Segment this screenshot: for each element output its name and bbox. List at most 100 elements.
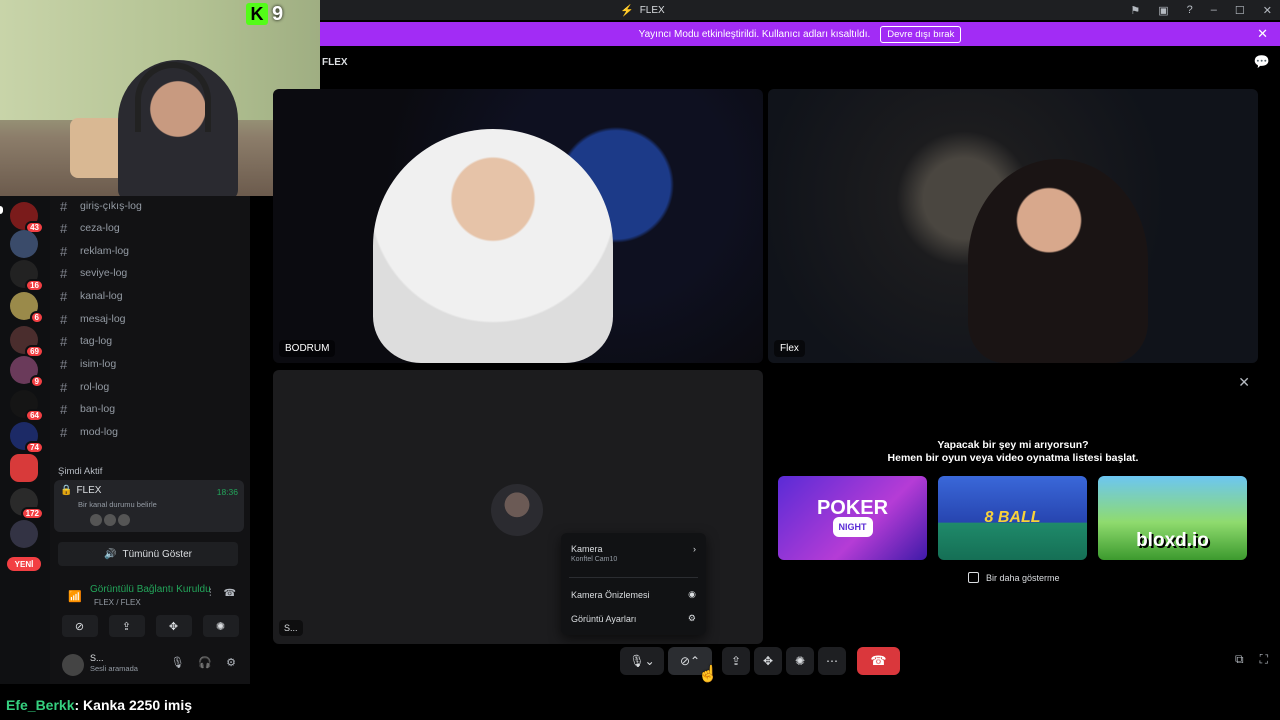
user-status: Sesli aramada <box>90 664 138 673</box>
screen-share-button[interactable]: ⇪ <box>108 615 145 637</box>
channel-name: mod-log <box>80 426 118 438</box>
channel-item[interactable]: # mesaj-log <box>58 309 242 329</box>
channel-item[interactable]: # seviye-log <box>58 263 242 283</box>
show-all-button[interactable]: 🔊 Tümünü Göster <box>58 542 238 566</box>
camera-off-button[interactable]: ⊘ <box>61 615 98 637</box>
flag-icon[interactable]: ⚑ <box>1130 4 1140 17</box>
titlebar-controls: ⚑ ▣ ? – ☐ ✕ <box>1130 0 1272 20</box>
lock-icon: 🔒 <box>60 485 73 496</box>
maximize-button[interactable]: ☐ <box>1235 4 1245 17</box>
server-icon-underworld[interactable]: 43 <box>10 202 44 234</box>
channel-item[interactable]: # mod-log <box>58 422 242 442</box>
server-icon-4[interactable]: 6 <box>10 292 44 324</box>
channel-item[interactable]: # reklam-log <box>58 241 242 261</box>
channel-item[interactable]: # rol-log <box>58 377 242 397</box>
settings-gear-icon[interactable]: ⚙ <box>226 656 236 669</box>
chevron-down-icon[interactable]: ⌄ <box>645 654 655 668</box>
channel-item[interactable]: # isim-log <box>58 354 242 374</box>
server-icon-9[interactable] <box>10 454 38 482</box>
server-badge: 172 <box>20 507 44 520</box>
participant-name-tag: BODRUM <box>279 340 336 357</box>
connection-title[interactable]: Görüntülü Bağlantı Kuruldu <box>90 584 211 595</box>
activities-button[interactable]: ✥ <box>754 647 782 675</box>
soundboard-button[interactable]: ✺ <box>202 615 239 637</box>
channel-item[interactable]: # ceza-log <box>58 218 242 238</box>
banner-close-icon[interactable]: ✕ <box>1257 26 1268 42</box>
camera-preview-item[interactable]: Kamera Önizlemesi ◉ <box>571 589 696 600</box>
server-icon-7[interactable]: 64 <box>10 390 44 422</box>
server-icon-5[interactable]: 69 <box>10 326 44 358</box>
end-call-button[interactable]: ☎ <box>857 647 900 675</box>
help-icon[interactable]: ? <box>1187 4 1193 16</box>
channel-item[interactable]: # kanal-log <box>58 286 242 306</box>
text-channel-icon: # <box>60 243 68 259</box>
server-unread-pill <box>0 206 3 214</box>
chat-bubble-icon[interactable]: 💬 <box>1254 54 1270 70</box>
camera-submenu-item[interactable]: Kamera › <box>571 544 696 554</box>
server-icon-8[interactable]: 74 <box>10 422 44 454</box>
hang-up-icon: ☎ <box>870 653 887 668</box>
server-icon-6[interactable]: 9 <box>10 356 44 388</box>
dont-show-again[interactable]: Bir daha gösterme <box>968 572 1060 583</box>
channel-name: ban-log <box>80 403 116 415</box>
disable-streamer-mode-button[interactable]: Devre dışı bırak <box>880 25 962 43</box>
text-channel-icon: # <box>60 424 68 440</box>
webcam-headset <box>135 62 211 132</box>
mute-icon[interactable]: 🎙 <box>170 656 184 669</box>
participant-name-tag: S... <box>279 620 303 636</box>
activities-button[interactable]: ✥ <box>155 615 192 637</box>
connection-subtitle[interactable]: FLEX / FLEX <box>94 598 141 607</box>
fullscreen-icon[interactable]: ⛶ <box>1260 652 1268 667</box>
channel-item[interactable]: # giriş-çıkış-log <box>58 196 242 216</box>
channel-name: mesaj-log <box>80 313 126 325</box>
game-card-poker-night[interactable]: POKER NIGHT <box>778 476 927 560</box>
inbox-icon[interactable]: ▣ <box>1158 4 1168 17</box>
screen-share-button[interactable]: ⇪ <box>722 647 750 675</box>
popout-icon[interactable]: ⧉ <box>1235 652 1244 667</box>
avatar <box>118 514 130 526</box>
more-options-button[interactable]: ⋯ <box>818 647 846 675</box>
channel-list: # giriş-çıkış-log # ceza-log # reklam-log #… <box>50 196 250 684</box>
server-icon-10[interactable]: 172 <box>10 488 44 520</box>
server-icon-2[interactable] <box>10 230 38 258</box>
channel-name: ceza-log <box>80 222 120 234</box>
avatar[interactable] <box>62 654 84 676</box>
headphones-icon[interactable]: 🎧 <box>198 656 212 669</box>
server-logo-icon: ⚡ <box>620 4 634 17</box>
voice-card-status[interactable]: Bir kanal durumu belirle <box>78 500 157 509</box>
game-title: bloxd.io <box>1136 530 1209 551</box>
video-tile-bodrum[interactable]: BODRUM <box>273 89 763 363</box>
video-settings-label: Görüntü Ayarları <box>571 613 637 624</box>
channel-item[interactable]: # tag-log <box>58 331 242 351</box>
soundboard-icon: ✺ <box>794 654 806 668</box>
channel-item[interactable]: # ban-log <box>58 399 242 419</box>
active-voice-channel-card[interactable]: 🔒 FLEX 18:36 Bir kanal durumu belirle <box>54 480 244 532</box>
avatar <box>90 514 102 526</box>
disconnect-icon[interactable]: ☎ <box>224 588 236 599</box>
window-titlebar: ⚡ FLEX ⚑ ▣ ? – ☐ ✕ <box>320 0 1280 20</box>
close-window-button[interactable]: ✕ <box>1263 4 1272 17</box>
eye-icon: ◉ <box>688 589 696 599</box>
text-channel-icon: # <box>60 311 68 327</box>
game-card-bloxd[interactable]: bloxd.io <box>1098 476 1247 560</box>
chevron-right-icon: › <box>693 544 696 554</box>
microphone-button[interactable]: 🎙 ⌄ <box>620 647 664 675</box>
minimize-button[interactable]: – <box>1211 4 1217 16</box>
dont-show-label: Bir daha gösterme <box>986 572 1060 583</box>
server-icon-11[interactable] <box>10 520 38 548</box>
camera-device-name: Konftel Cam10 <box>571 556 618 563</box>
activity-heading-line2: Hemen bir oyun veya video oynatma listes… <box>887 452 1139 464</box>
text-channel-icon: # <box>60 265 68 281</box>
noise-suppression-icon[interactable]: ⫶ <box>209 588 212 599</box>
voice-card-avatars <box>90 514 130 526</box>
video-settings-item[interactable]: Görüntü Ayarları ⚙ <box>571 613 696 624</box>
server-icon-3[interactable]: 16 <box>10 260 44 292</box>
now-active-label: Şimdi Aktif <box>58 466 103 477</box>
soundboard-button[interactable]: ✺ <box>786 647 814 675</box>
game-card-8-ball[interactable]: 8 BALL <box>938 476 1087 560</box>
close-icon[interactable]: ✕ <box>1238 374 1250 391</box>
video-tile-flex[interactable]: Flex <box>768 89 1258 363</box>
game-subtitle: NIGHT <box>832 517 873 537</box>
dont-show-checkbox[interactable] <box>968 572 979 583</box>
username: S... <box>90 653 104 663</box>
